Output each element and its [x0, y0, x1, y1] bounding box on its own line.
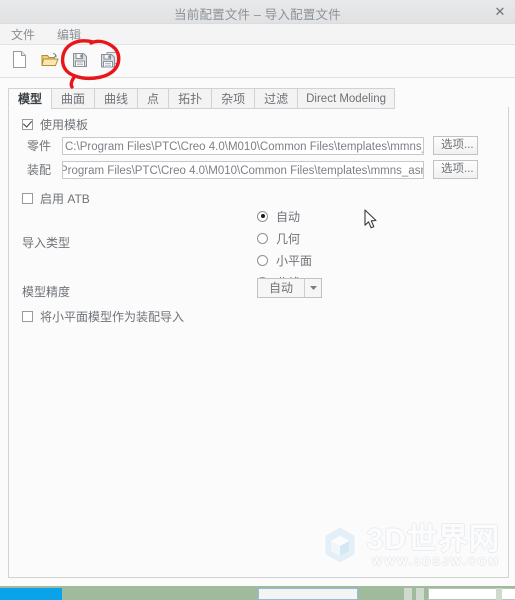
- model-tab-panel: 使用模板 零件 C:\Program Files\PTC\Creo 4.0\M0…: [8, 107, 509, 578]
- import-profile-dialog: 当前配置文件 – 导入配置文件 ✕ 文件 编辑 模型 曲面 曲线 点 拓扑 杂项…: [0, 0, 515, 586]
- tab-filter[interactable]: 过滤: [254, 88, 298, 109]
- toolbar-save-as[interactable]: [98, 50, 121, 73]
- taskbar-item-2[interactable]: [404, 588, 412, 600]
- taskbar-item-5[interactable]: [496, 588, 502, 600]
- tab-model[interactable]: 模型: [8, 88, 52, 109]
- open-folder-icon: [40, 52, 59, 71]
- menu-file[interactable]: 文件: [7, 25, 45, 44]
- use-template-label: 使用模板: [40, 118, 89, 132]
- import-facet-as-assembly-checkbox[interactable]: [22, 311, 33, 322]
- tab-strip: 模型 曲面 曲线 点 拓扑 杂项 过滤 Direct Modeling: [8, 87, 396, 109]
- radio-geometry[interactable]: [257, 232, 268, 244]
- part-template-row: 零件 C:\Program Files\PTC\Creo 4.0\M010\Co…: [27, 136, 482, 155]
- radio-facet[interactable]: [257, 254, 268, 266]
- tab-point[interactable]: 点: [137, 88, 169, 109]
- assembly-options-button[interactable]: 选项...: [433, 160, 478, 179]
- import-type-option-geometry[interactable]: 几何: [257, 230, 312, 246]
- save-as-icon: [100, 51, 119, 71]
- toolbar-save[interactable]: [68, 50, 91, 73]
- part-options-button[interactable]: 选项...: [433, 136, 478, 155]
- import-type-option-auto[interactable]: 自动: [257, 208, 312, 224]
- tab-topology[interactable]: 拓扑: [168, 88, 212, 109]
- chevron-down-icon[interactable]: [304, 279, 321, 297]
- toolbar-open[interactable]: [38, 50, 61, 73]
- model-accuracy-value: 自动: [268, 281, 293, 295]
- use-template-row: 使用模板: [22, 116, 88, 133]
- taskbar-item-1[interactable]: [258, 588, 358, 600]
- toolbar-new[interactable]: [8, 50, 31, 73]
- part-label: 零件: [27, 139, 52, 153]
- part-template-input[interactable]: C:\Program Files\PTC\Creo 4.0\M010\Commo…: [62, 136, 424, 155]
- tab-surface[interactable]: 曲面: [51, 88, 95, 109]
- radio-facet-label: 小平面: [276, 253, 313, 268]
- import-facet-as-assembly-row: 将小平面模型作为装配导入: [22, 308, 184, 325]
- desktop-taskbar[interactable]: [0, 586, 515, 600]
- assembly-label: 装配: [27, 163, 52, 177]
- close-icon[interactable]: ✕: [491, 3, 509, 20]
- radio-auto-label: 自动: [276, 209, 301, 224]
- watermark-text: 3D世界网: [366, 523, 500, 556]
- tab-direct-modeling[interactable]: Direct Modeling: [297, 88, 396, 109]
- title-bar: 当前配置文件 – 导入配置文件 ✕: [0, 0, 515, 24]
- new-file-icon: [12, 51, 27, 71]
- watermark: 3D世界网 WWW.3DSJW.COM: [320, 524, 500, 569]
- window-title: 当前配置文件 – 导入配置文件: [174, 8, 341, 22]
- save-icon: [72, 52, 88, 71]
- taskbar-start-tile[interactable]: [0, 588, 62, 600]
- cube-hexagon-logo: [320, 524, 360, 569]
- import-type-option-facet[interactable]: 小平面: [257, 252, 312, 268]
- toolbar: [0, 45, 515, 78]
- radio-geometry-label: 几何: [276, 231, 301, 246]
- tab-curve[interactable]: 曲线: [94, 88, 138, 109]
- import-type-label: 导入类型: [22, 236, 71, 250]
- tab-misc[interactable]: 杂项: [211, 88, 255, 109]
- enable-atb-checkbox[interactable]: [22, 193, 33, 204]
- taskbar-item-3[interactable]: [416, 588, 424, 600]
- enable-atb-row: 启用 ATB: [22, 190, 90, 207]
- menu-bar: 文件 编辑: [0, 24, 515, 45]
- import-facet-as-assembly-label: 将小平面模型作为装配导入: [40, 310, 185, 324]
- model-accuracy-dropdown[interactable]: 自动: [257, 278, 322, 298]
- enable-atb-label: 启用 ATB: [40, 192, 90, 206]
- radio-auto[interactable]: [257, 210, 268, 222]
- assembly-template-input[interactable]: Program Files\PTC\Creo 4.0\M010\Common F…: [62, 160, 424, 179]
- watermark-url: WWW.3DSJW.COM: [371, 556, 500, 568]
- model-accuracy-label: 模型精度: [22, 285, 71, 299]
- menu-edit[interactable]: 编辑: [53, 25, 91, 44]
- use-template-checkbox[interactable]: [22, 119, 33, 130]
- assembly-template-row: 装配 Program Files\PTC\Creo 4.0\M010\Commo…: [27, 160, 482, 179]
